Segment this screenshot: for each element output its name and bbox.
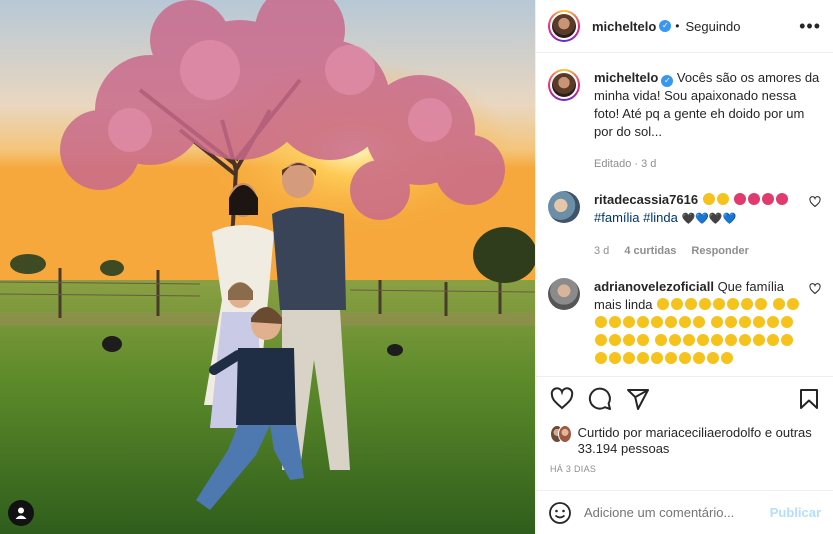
author-avatar[interactable]: [548, 10, 580, 42]
heart-emojis: 🖤💙🖤💙: [681, 213, 737, 225]
tag-user-icon[interactable]: [8, 500, 34, 526]
post-header: micheltelo ✓ • Seguindo •••: [536, 0, 833, 53]
caption-edited: Editado · 3 d: [594, 158, 657, 170]
post-time[interactable]: HÁ 3 DIAS: [550, 464, 821, 474]
like-icon[interactable]: [550, 387, 574, 411]
liked-by-prefix: Curtido por: [577, 425, 642, 440]
save-icon[interactable]: [797, 387, 821, 411]
comment-likes[interactable]: 4 curtidas: [624, 245, 676, 257]
commenter-avatar[interactable]: [548, 191, 580, 223]
comment-author[interactable]: ritadecassia7616: [594, 192, 698, 207]
verified-icon: ✓: [659, 20, 672, 32]
comment-like-icon[interactable]: [809, 196, 821, 208]
likes-summary: Curtido por mariaceciliaerodolfo e outra…: [550, 425, 821, 457]
comment-input[interactable]: [584, 505, 762, 520]
separator-dot: •: [675, 19, 680, 33]
share-icon[interactable]: [626, 387, 650, 411]
liked-by-user[interactable]: mariaceciliaerodolfo: [646, 425, 762, 440]
comment-age: 3 d: [594, 245, 610, 257]
verified-icon: ✓: [661, 75, 674, 87]
post-side-panel: micheltelo ✓ • Seguindo ••• micheltelo ✓ …: [535, 0, 833, 534]
comment-icon[interactable]: [588, 387, 612, 411]
comment-item: ritadecassia7616 #família #linda 🖤💙🖤💙 3 …: [548, 191, 821, 260]
comments-list[interactable]: micheltelo ✓ Vocês são os amores da minha…: [536, 53, 833, 376]
comment-item: adrianovelezoficiall Que família mais li…: [548, 278, 821, 368]
comment-like-icon[interactable]: [809, 283, 821, 295]
more-icon[interactable]: •••: [799, 16, 821, 37]
emoji-icon[interactable]: [548, 501, 572, 525]
post-photo[interactable]: [0, 0, 535, 534]
add-comment-bar: Publicar: [536, 490, 833, 534]
following-button[interactable]: Seguindo: [686, 19, 741, 34]
publish-button[interactable]: Publicar: [770, 505, 821, 520]
comment-hashtags[interactable]: #família #linda: [594, 210, 678, 225]
comment-author[interactable]: adrianovelezoficiall: [594, 279, 714, 294]
instagram-post-modal: micheltelo ✓ • Seguindo ••• micheltelo ✓ …: [0, 0, 833, 534]
emoji-reactions: [702, 192, 790, 207]
commenter-avatar[interactable]: [548, 278, 580, 310]
reply-button[interactable]: Responder: [691, 245, 748, 257]
liker-avatar[interactable]: [557, 425, 572, 443]
post-actions: Curtido por mariaceciliaerodolfo e outra…: [536, 376, 833, 474]
caption-author-username[interactable]: micheltelo: [594, 70, 658, 85]
caption-author-avatar[interactable]: [548, 69, 580, 101]
family-sunset-photo: [0, 0, 535, 534]
author-username[interactable]: micheltelo: [592, 19, 656, 34]
caption: micheltelo ✓ Vocês são os amores da minha…: [548, 69, 821, 173]
